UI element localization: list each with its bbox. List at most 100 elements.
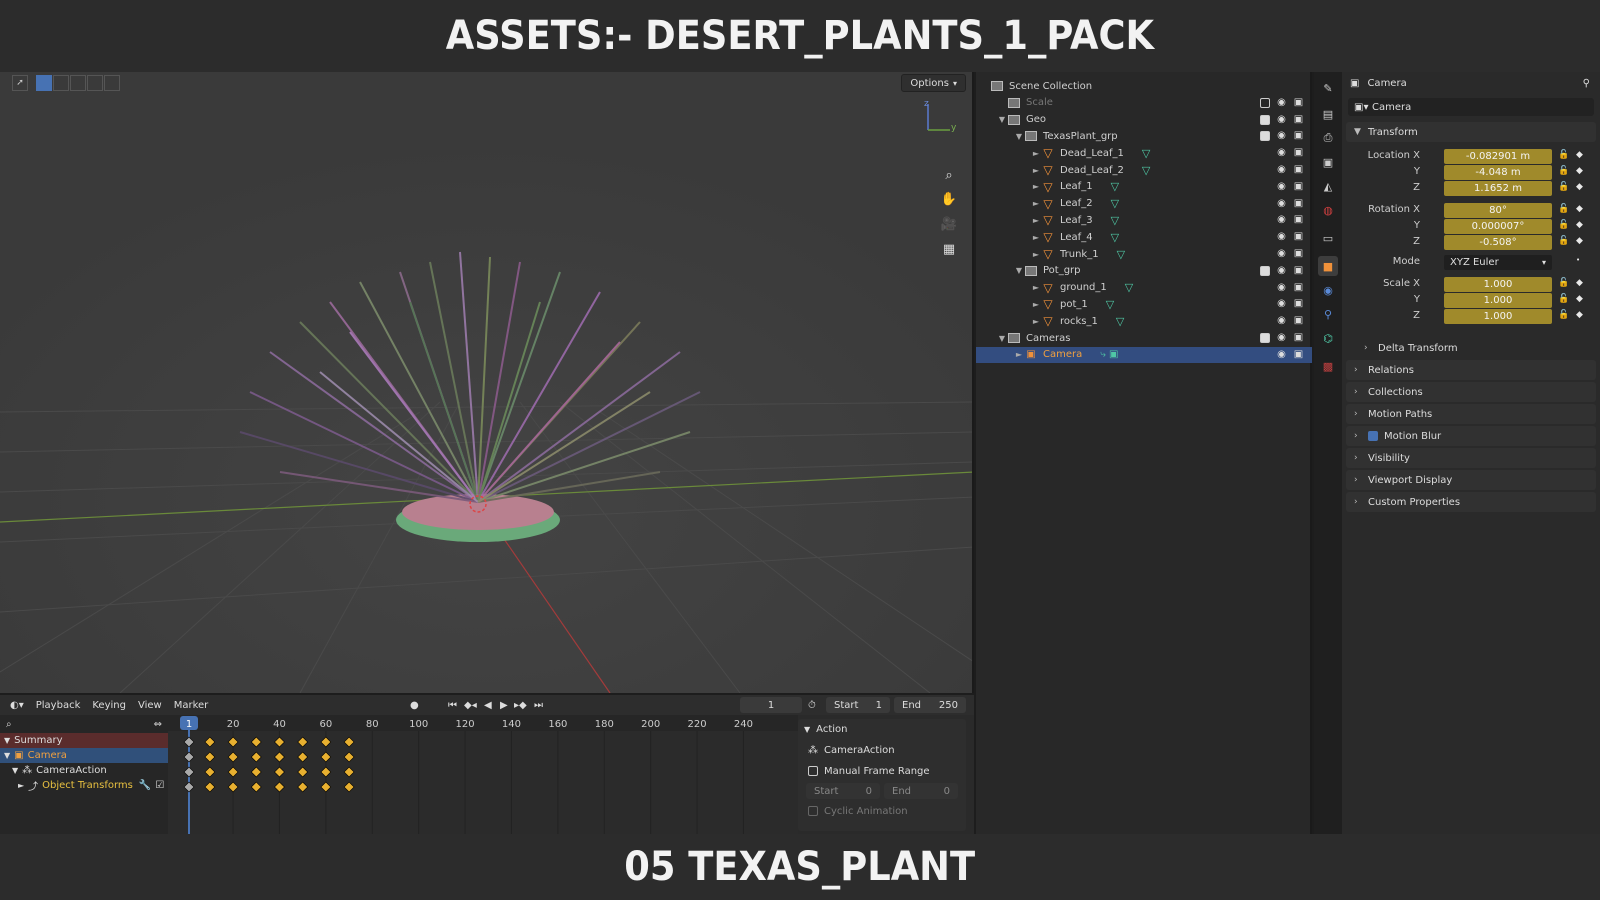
eye-icon[interactable]: ◉ bbox=[1276, 333, 1287, 343]
panel-header-visibility[interactable]: › Visibility bbox=[1346, 448, 1596, 468]
keyframe-diamond[interactable] bbox=[227, 766, 239, 778]
keyframe-diamond[interactable] bbox=[320, 736, 332, 748]
channel-action[interactable]: ▼ ⁂ CameraAction bbox=[0, 763, 168, 778]
render-camera-icon[interactable]: ▣ bbox=[1293, 148, 1304, 158]
lock-icon[interactable]: 🔓 bbox=[1558, 236, 1569, 246]
3d-viewport[interactable]: ➚ Options ▾ z y ⌕ ✋ 🎥 ▦ bbox=[0, 72, 974, 693]
render-camera-icon[interactable]: ▣ bbox=[1293, 215, 1304, 225]
prev-keyframe-icon[interactable]: ◆◂ bbox=[464, 700, 477, 711]
mesh-data-icon[interactable]: ▽ bbox=[1125, 281, 1133, 294]
eye-icon[interactable]: ◉ bbox=[1276, 181, 1287, 192]
mesh-data-icon[interactable]: ▽ bbox=[1111, 197, 1119, 210]
exclude-checkbox[interactable] bbox=[1260, 97, 1270, 108]
render-camera-icon[interactable]: ▣ bbox=[1293, 114, 1304, 125]
outliner-row[interactable]: ► ▽ pot_1 ▽ ◉ ▣ bbox=[976, 296, 1312, 312]
object-tab-icon[interactable]: ■ bbox=[1318, 256, 1338, 276]
mesh-data-icon[interactable]: ▽ bbox=[1142, 147, 1150, 160]
panel-header-collections[interactable]: › Collections bbox=[1346, 382, 1596, 402]
keyframe-diamond[interactable] bbox=[183, 736, 195, 748]
eye-icon[interactable]: ◉ bbox=[1276, 131, 1287, 141]
record-icon[interactable]: ● bbox=[410, 700, 419, 711]
lock-icon[interactable]: 🔓 bbox=[1558, 310, 1569, 320]
keyframe-diamond[interactable] bbox=[274, 751, 285, 763]
eye-icon[interactable]: ◉ bbox=[1276, 249, 1287, 259]
select-invert-icon[interactable] bbox=[87, 75, 103, 91]
render-camera-icon[interactable]: ▣ bbox=[1293, 198, 1304, 209]
eye-icon[interactable]: ◉ bbox=[1276, 215, 1287, 225]
location-x-field[interactable]: -0.082901 m bbox=[1444, 149, 1552, 164]
keyframe-diamond[interactable] bbox=[297, 766, 309, 778]
render-camera-icon[interactable]: ▣ bbox=[1293, 131, 1304, 141]
mesh-data-icon[interactable]: ▽ bbox=[1142, 164, 1150, 177]
select-subtract-icon[interactable] bbox=[70, 75, 86, 91]
channel-summary[interactable]: ▼ Summary bbox=[0, 733, 168, 748]
texture-tab-icon[interactable]: ▩ bbox=[1318, 356, 1338, 376]
tool-tab-icon[interactable]: ✎ bbox=[1318, 78, 1338, 98]
eye-icon[interactable]: ◉ bbox=[1276, 198, 1287, 209]
keyframe-icon[interactable]: ◆ bbox=[1576, 182, 1583, 192]
lock-icon[interactable]: 🔓 bbox=[1558, 204, 1569, 214]
camera-data-icon[interactable]: ⤷ ▣ bbox=[1100, 349, 1118, 360]
navigation-gizmo[interactable]: z y bbox=[920, 100, 960, 140]
mesh-data-icon[interactable]: ▽ bbox=[1111, 214, 1119, 227]
panel-header-viewport-display[interactable]: › Viewport Display bbox=[1346, 470, 1596, 490]
scene-tab-icon[interactable]: ◭ bbox=[1318, 176, 1338, 196]
exclude-checkbox[interactable] bbox=[1260, 333, 1270, 343]
keying-menu[interactable]: Keying bbox=[92, 700, 126, 711]
location-z-field[interactable]: 1.1652 m bbox=[1444, 181, 1552, 196]
transform-panel-header[interactable]: ▼ Transform bbox=[1346, 122, 1596, 142]
keyframe-icon[interactable]: ◆ bbox=[1576, 204, 1583, 214]
keyframe-diamond[interactable] bbox=[227, 781, 239, 793]
dopesheet-area[interactable]: 20 40 60 80 100 120 140 160 180 200 220 240 1 bbox=[168, 715, 798, 834]
outliner-row[interactable]: ► ▽ Dead_Leaf_1 ▽ ◉ ▣ bbox=[976, 145, 1312, 161]
pin-icon[interactable]: ⚲ bbox=[1583, 78, 1590, 89]
chevron-right-icon[interactable]: ► bbox=[1031, 317, 1041, 326]
eye-icon[interactable]: ◉ bbox=[1276, 165, 1287, 175]
mesh-data-icon[interactable]: ▽ bbox=[1111, 180, 1119, 193]
render-camera-icon[interactable]: ▣ bbox=[1293, 316, 1304, 326]
scale-x-field[interactable]: 1.000 bbox=[1444, 277, 1552, 292]
channel-object-transforms[interactable]: ► ⤴ Object Transforms 🔧 ☑ bbox=[0, 778, 168, 793]
output-tab-icon[interactable]: ⎙ bbox=[1318, 128, 1338, 148]
keyframe-diamond[interactable] bbox=[183, 751, 195, 763]
lock-icon[interactable]: 🔓 bbox=[1558, 220, 1569, 230]
outliner-row[interactable]: ► ▽ Leaf_1 ▽ ◉ ▣ bbox=[976, 179, 1312, 195]
chevron-down-icon[interactable]: ▼ bbox=[804, 725, 810, 734]
zoom-icon[interactable]: ⌕ bbox=[938, 164, 960, 186]
chevron-down-icon[interactable]: ▼ bbox=[1014, 266, 1024, 275]
camera-view-icon[interactable]: 🎥 bbox=[938, 213, 960, 235]
render-camera-icon[interactable]: ▣ bbox=[1293, 349, 1304, 360]
wrench-icon[interactable]: 🔧 bbox=[139, 780, 151, 791]
keyframe-icon[interactable]: ◆ bbox=[1576, 278, 1583, 288]
lock-icon[interactable]: 🔓 bbox=[1558, 166, 1569, 176]
keyframe-diamond[interactable] bbox=[204, 766, 216, 778]
keyframe-diamond[interactable] bbox=[274, 736, 285, 748]
exclude-checkbox[interactable] bbox=[1260, 265, 1270, 276]
channel-search[interactable]: ⌕ ⇔ bbox=[0, 715, 168, 733]
view-menu[interactable]: View bbox=[138, 700, 162, 711]
keyframe-diamond[interactable] bbox=[320, 751, 332, 763]
keyframe-diamond[interactable] bbox=[320, 781, 332, 793]
jump-start-icon[interactable]: ⏮ bbox=[448, 700, 457, 711]
motion-blur-checkbox[interactable] bbox=[1368, 431, 1378, 441]
outliner-row[interactable]: ▼ Geo ◉ ▣ bbox=[976, 112, 1312, 128]
outliner-row[interactable]: ► ▽ Leaf_2 ▽ ◉ ▣ bbox=[976, 196, 1312, 212]
keyframe-diamond[interactable] bbox=[227, 736, 239, 748]
outliner-row[interactable]: ► ▽ Leaf_4 ▽ ◉ ▣ bbox=[976, 229, 1312, 245]
stopwatch-icon[interactable]: ⏱ bbox=[808, 700, 816, 711]
playback-menu[interactable]: Playback bbox=[36, 700, 81, 711]
panel-header-relations[interactable]: › Relations bbox=[1346, 360, 1596, 380]
delta-transform-header[interactable]: › Delta Transform bbox=[1346, 338, 1596, 358]
constraints-tab-icon[interactable]: ⚲ bbox=[1318, 304, 1338, 324]
panel-header-motion-blur[interactable]: › Motion Blur bbox=[1346, 426, 1596, 446]
select-extend-icon[interactable] bbox=[53, 75, 69, 91]
keyframe-icon[interactable]: ◆ bbox=[1576, 220, 1583, 230]
keyframe-diamond[interactable] bbox=[343, 766, 355, 778]
keyframe-icon[interactable]: ◆ bbox=[1576, 150, 1583, 160]
render-camera-icon[interactable]: ▣ bbox=[1293, 165, 1304, 175]
eye-icon[interactable]: ◉ bbox=[1276, 148, 1287, 158]
keyframe-icon[interactable]: ◆ bbox=[1576, 166, 1583, 176]
lock-icon[interactable]: 🔓 bbox=[1558, 150, 1569, 160]
render-camera-icon[interactable]: ▣ bbox=[1293, 97, 1304, 108]
chevron-right-icon[interactable]: ► bbox=[1031, 250, 1041, 259]
